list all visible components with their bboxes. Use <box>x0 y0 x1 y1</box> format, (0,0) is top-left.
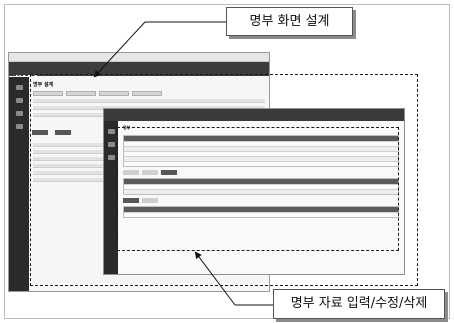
data-entry-callout: 명부 자료 입력/수정/삭제 <box>273 289 445 319</box>
callout-arrows <box>93 21 273 306</box>
arrow-to-design <box>93 21 146 78</box>
screen-design-callout: 명부 화면 설계 <box>226 7 353 36</box>
arrow-to-data <box>194 251 236 306</box>
